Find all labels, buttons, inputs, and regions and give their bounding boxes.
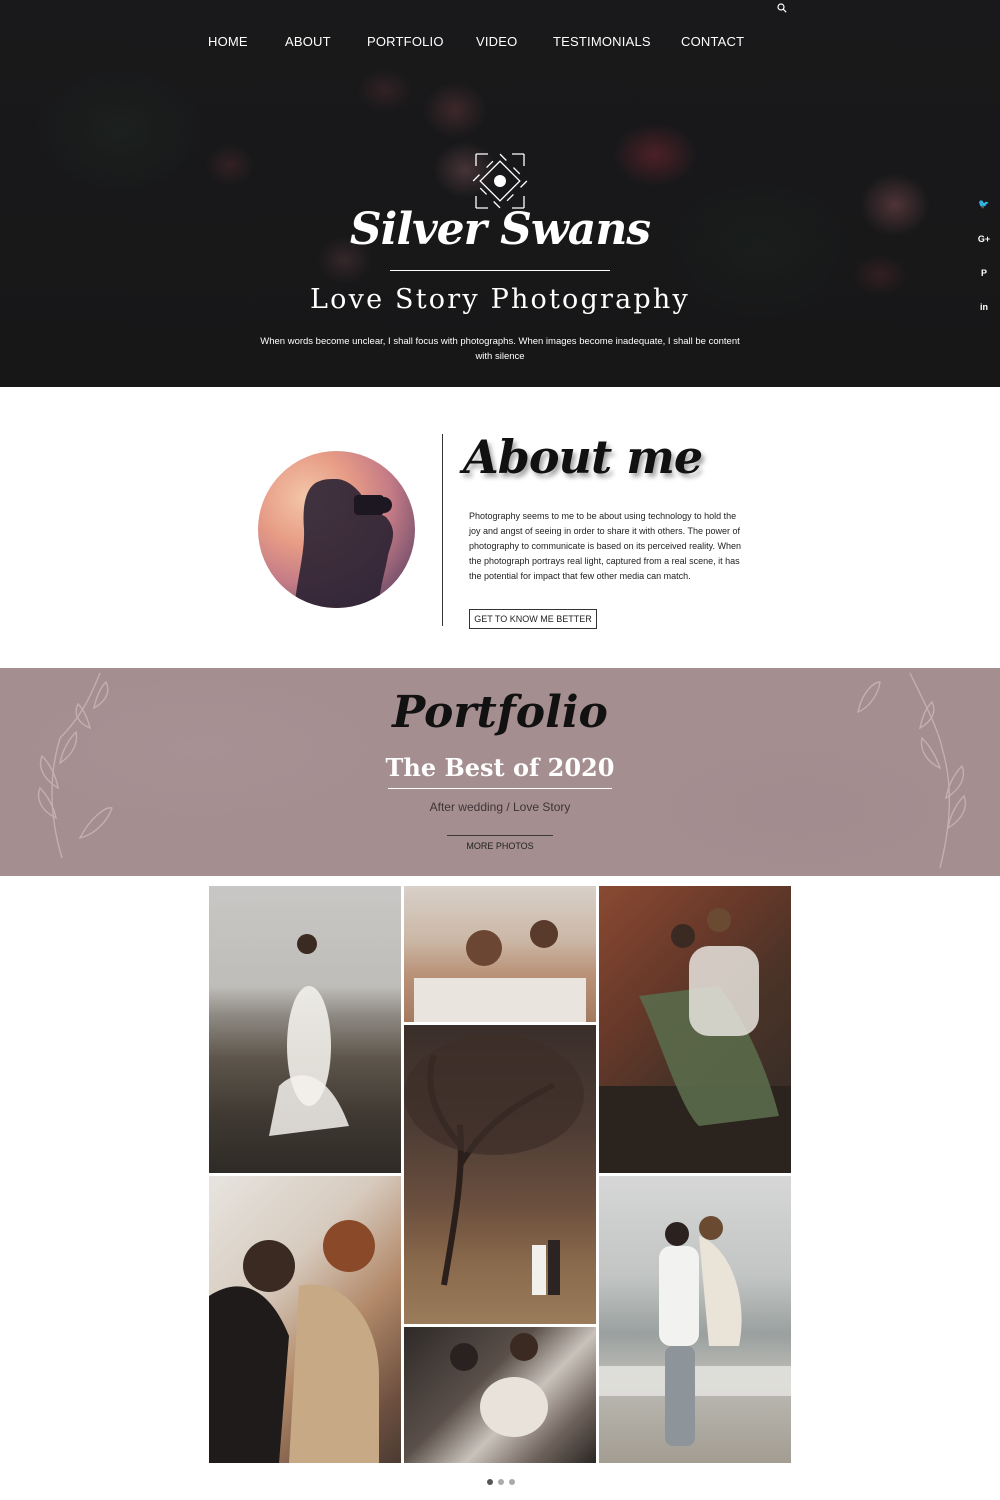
photographer-silhouette (294, 479, 394, 608)
portfolio-divider (388, 788, 612, 789)
about-text: Photography seems to me to be about usin… (469, 511, 741, 581)
nav-item-portfolio[interactable]: PORTFOLIO (367, 34, 444, 49)
nav-item-home[interactable]: HOME (208, 34, 248, 49)
photo-couple-tree-field[interactable] (404, 1025, 596, 1324)
photo-couple-porch-steps[interactable] (599, 886, 791, 1173)
main-nav: HOME ABOUT PORTFOLIO VIDEO TESTIMONIALS … (0, 34, 1000, 54)
about-photo (258, 451, 415, 608)
about-divider (442, 434, 443, 626)
carousel-dot-1[interactable] (487, 1479, 493, 1485)
photo-figure (404, 1035, 584, 1295)
photo-couple-bathtub[interactable] (404, 886, 596, 1022)
about-title: About me (463, 430, 703, 484)
more-photos-divider (447, 835, 553, 836)
portfolio-title: Portfolio (392, 687, 608, 738)
nav-item-about[interactable]: ABOUT (285, 34, 331, 49)
linkedin-icon[interactable]: in (975, 302, 993, 312)
pinterest-icon[interactable]: P (975, 268, 993, 278)
photo-couple-maternity[interactable] (404, 1327, 596, 1463)
portfolio-category: After wedding / Love Story (429, 800, 571, 814)
photo-figure (450, 1333, 548, 1437)
google-plus-icon[interactable]: G+ (975, 234, 993, 244)
photo-figure (414, 920, 586, 1022)
get-to-know-me-button[interactable]: GET TO KNOW ME BETTER (469, 609, 597, 629)
hero-tagline: Love Story Photography (310, 284, 690, 315)
brand-divider (390, 270, 610, 271)
brand-name: Silver Swans (349, 204, 651, 255)
nav-item-testimonials[interactable]: TESTIMONIALS (553, 34, 651, 49)
more-photos-link[interactable]: MORE PHOTOS (0, 841, 1000, 851)
photo-couple-beach-rocks[interactable] (209, 886, 401, 1173)
photo-figure (599, 1216, 791, 1446)
photo-figure (209, 1220, 379, 1463)
photo-couple-sea-embrace[interactable] (599, 1176, 791, 1463)
photo-figure (599, 908, 791, 1173)
photo-couple-kitchen[interactable] (209, 1176, 401, 1463)
carousel-dot-2[interactable] (498, 1479, 504, 1485)
hero-subtitle: When words become unclear, I shall focus… (260, 336, 740, 362)
portfolio-subtitle: The Best of 2020 (385, 753, 615, 782)
nav-item-contact[interactable]: CONTACT (681, 34, 744, 49)
twitter-icon[interactable]: 🐦 (975, 199, 993, 210)
logo-icon (472, 153, 528, 209)
nav-item-video[interactable]: VIDEO (476, 34, 517, 49)
photo-figure (269, 934, 349, 1136)
carousel-dot-3[interactable] (509, 1479, 515, 1485)
search-icon[interactable] (777, 3, 787, 13)
